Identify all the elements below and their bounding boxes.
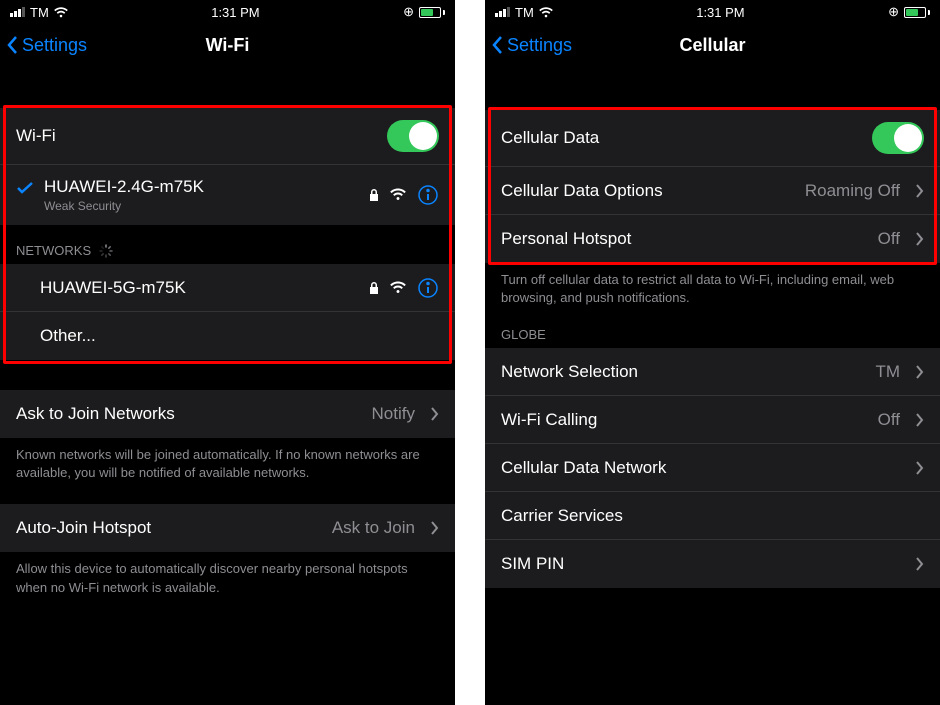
network-selection-value: TM bbox=[875, 362, 900, 382]
battery-icon bbox=[419, 7, 445, 18]
orientation-lock-icon: ⊕ bbox=[403, 4, 414, 20]
cellular-data-network-row[interactable]: Cellular Data Network bbox=[485, 444, 940, 492]
auto-join-hotspot-value: Ask to Join bbox=[332, 518, 415, 538]
chevron-right-icon bbox=[431, 407, 439, 421]
info-icon[interactable] bbox=[417, 277, 439, 299]
chevron-left-icon bbox=[6, 35, 18, 55]
signal-icon bbox=[495, 7, 510, 17]
connected-network-row[interactable]: HUAWEI-2.4G-m75K Weak Security bbox=[0, 165, 455, 225]
chevron-right-icon bbox=[916, 413, 924, 427]
wifi-strength-icon bbox=[389, 281, 407, 295]
wifi-icon bbox=[54, 7, 68, 18]
wifi-calling-value: Off bbox=[878, 410, 900, 430]
network-selection-label: Network Selection bbox=[501, 362, 875, 382]
cellular-data-options-row[interactable]: Cellular Data Options Roaming Off bbox=[485, 167, 940, 215]
carrier-name: TM bbox=[515, 5, 534, 20]
back-button[interactable]: Settings bbox=[6, 35, 87, 56]
wifi-toggle[interactable] bbox=[387, 120, 439, 152]
wifi-calling-row[interactable]: Wi-Fi Calling Off bbox=[485, 396, 940, 444]
back-button[interactable]: Settings bbox=[491, 35, 572, 56]
networks-header: NETWORKS bbox=[0, 237, 455, 264]
status-bar: TM 1:31 PM ⊕ bbox=[485, 0, 940, 24]
checkmark-icon bbox=[16, 181, 34, 195]
signal-icon bbox=[10, 7, 25, 17]
other-network-row[interactable]: Other... bbox=[0, 312, 455, 360]
chevron-right-icon bbox=[916, 232, 924, 246]
status-time: 1:31 PM bbox=[696, 5, 744, 20]
wifi-settings-screen: TM 1:31 PM ⊕ Settings Wi-Fi Wi-Fi bbox=[0, 0, 455, 705]
chevron-right-icon bbox=[916, 557, 924, 571]
auto-join-hotspot-row[interactable]: Auto-Join Hotspot Ask to Join bbox=[0, 504, 455, 552]
wifi-strength-icon bbox=[389, 188, 407, 202]
ask-to-join-label: Ask to Join Networks bbox=[16, 404, 372, 424]
other-label: Other... bbox=[40, 326, 439, 346]
chevron-right-icon bbox=[916, 461, 924, 475]
nav-bar: Settings Cellular bbox=[485, 24, 940, 68]
back-label: Settings bbox=[22, 35, 87, 56]
lock-icon bbox=[369, 281, 379, 295]
chevron-left-icon bbox=[491, 35, 503, 55]
sim-pin-label: SIM PIN bbox=[501, 554, 916, 574]
battery-icon bbox=[904, 7, 930, 18]
cellular-data-options-value: Roaming Off bbox=[805, 181, 900, 201]
auto-join-hotspot-footer: Allow this device to automatically disco… bbox=[0, 552, 455, 600]
wifi-toggle-label: Wi-Fi bbox=[16, 126, 387, 146]
connected-ssid: HUAWEI-2.4G-m75K bbox=[44, 177, 369, 197]
lock-icon bbox=[369, 188, 379, 202]
network-selection-row[interactable]: Network Selection TM bbox=[485, 348, 940, 396]
personal-hotspot-value: Off bbox=[878, 229, 900, 249]
spinner-icon bbox=[99, 244, 113, 258]
cellular-data-footer: Turn off cellular data to restrict all d… bbox=[485, 263, 940, 311]
chevron-right-icon bbox=[916, 365, 924, 379]
cellular-data-toggle[interactable] bbox=[872, 122, 924, 154]
chevron-right-icon bbox=[916, 184, 924, 198]
carrier-services-label: Carrier Services bbox=[501, 506, 924, 526]
cellular-settings-screen: TM 1:31 PM ⊕ Settings Cellular Cellular … bbox=[485, 0, 940, 705]
carrier-name: TM bbox=[30, 5, 49, 20]
personal-hotspot-row[interactable]: Personal Hotspot Off bbox=[485, 215, 940, 263]
wifi-calling-label: Wi-Fi Calling bbox=[501, 410, 878, 430]
cellular-data-toggle-row: Cellular Data bbox=[485, 110, 940, 167]
cellular-data-network-label: Cellular Data Network bbox=[501, 458, 916, 478]
info-icon[interactable] bbox=[417, 184, 439, 206]
sim-pin-row[interactable]: SIM PIN bbox=[485, 540, 940, 588]
ask-to-join-footer: Known networks will be joined automatica… bbox=[0, 438, 455, 486]
connected-warning: Weak Security bbox=[44, 199, 369, 213]
carrier-services-row[interactable]: Carrier Services bbox=[485, 492, 940, 540]
globe-header: GLOBE bbox=[485, 321, 940, 348]
orientation-lock-icon: ⊕ bbox=[888, 4, 899, 20]
wifi-toggle-row: Wi-Fi bbox=[0, 108, 455, 165]
ask-to-join-value: Notify bbox=[372, 404, 415, 424]
cellular-data-label: Cellular Data bbox=[501, 128, 872, 148]
ask-to-join-row[interactable]: Ask to Join Networks Notify bbox=[0, 390, 455, 438]
wifi-icon bbox=[539, 7, 553, 18]
available-network-row[interactable]: HUAWEI-5G-m75K bbox=[0, 264, 455, 312]
status-time: 1:31 PM bbox=[211, 5, 259, 20]
nav-bar: Settings Wi-Fi bbox=[0, 24, 455, 68]
chevron-right-icon bbox=[431, 521, 439, 535]
available-ssid: HUAWEI-5G-m75K bbox=[40, 278, 369, 298]
cellular-data-options-label: Cellular Data Options bbox=[501, 181, 805, 201]
back-label: Settings bbox=[507, 35, 572, 56]
personal-hotspot-label: Personal Hotspot bbox=[501, 229, 878, 249]
auto-join-hotspot-label: Auto-Join Hotspot bbox=[16, 518, 332, 538]
status-bar: TM 1:31 PM ⊕ bbox=[0, 0, 455, 24]
